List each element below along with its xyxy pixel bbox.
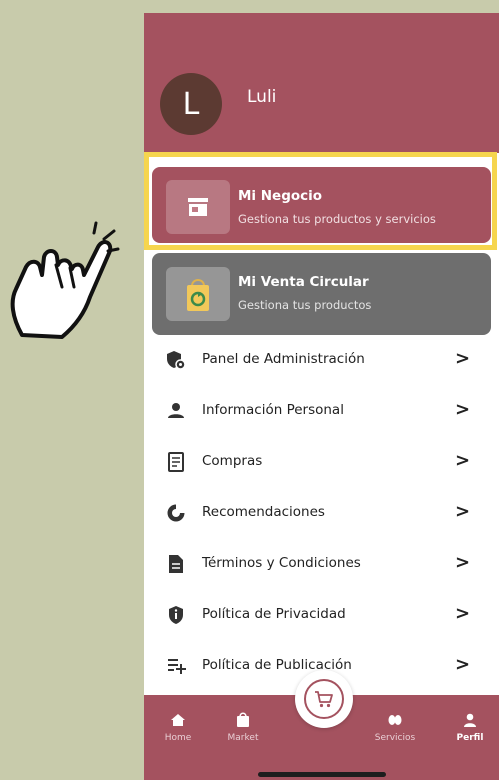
avatar-initial: L [182,86,200,122]
nav-label: Perfil [456,733,484,743]
menu-label: Recomendaciones [202,504,325,520]
phone-screen: L Luli Mi Negocio Gestiona tus productos… [144,13,499,780]
privacy-shield-icon [169,606,183,624]
person-icon [464,713,476,727]
publish-icon [168,659,186,674]
nav-home[interactable]: Home [148,712,208,743]
menu-item-informacion-personal[interactable]: Información Personal > [144,385,499,436]
chevron-right-icon: > [455,399,471,420]
admin-shield-icon [167,351,186,370]
menu-item-panel-administracion[interactable]: Panel de Administración > [144,334,499,385]
card-title: Mi Venta Circular [238,274,369,290]
document-icon [169,555,183,573]
profile-header: L Luli [144,13,499,153]
nav-label: Servicios [374,733,416,743]
menu-item-compras[interactable]: Compras > [144,436,499,487]
menu-label: Política de Privacidad [202,606,346,622]
menu-label: Compras [202,453,263,469]
shopping-bag-icon [237,712,249,727]
nav-servicios[interactable]: Servicios [365,712,425,743]
chevron-right-icon: > [455,654,471,675]
mi-venta-circular-card[interactable]: Mi Venta Circular Gestiona tus productos [152,253,491,335]
avatar[interactable]: L [160,73,222,135]
chevron-right-icon: > [455,450,471,471]
nav-market[interactable]: Market [213,712,273,743]
user-name: Luli [247,87,277,107]
menu-item-politica-privacidad[interactable]: Política de Privacidad > [144,589,499,640]
card-subtitle: Gestiona tus productos [238,298,372,312]
nav-perfil[interactable]: Perfil [440,712,499,743]
menu-item-recomendaciones[interactable]: Recomendaciones > [144,487,499,538]
chevron-right-icon: > [455,348,471,369]
nav-label: Home [164,733,192,743]
home-indicator[interactable] [258,772,386,777]
cart-button[interactable] [295,670,353,728]
pie-icon [167,504,185,522]
menu-label: Términos y Condiciones [202,555,361,571]
handshake-icon [388,715,402,725]
nav-label: Market [227,733,259,743]
chevron-right-icon: > [455,501,471,522]
recycle-bag-icon [166,267,230,321]
menu-item-terminos-condiciones[interactable]: Términos y Condiciones > [144,538,499,589]
pointing-hand-icon [10,221,120,339]
person-icon [168,403,184,418]
highlight-frame [144,152,497,250]
chevron-right-icon: > [455,552,471,573]
receipt-icon [168,452,184,472]
cart-icon [315,691,333,708]
chevron-right-icon: > [455,603,471,624]
home-icon [171,714,185,726]
menu-label: Panel de Administración [202,351,365,367]
menu-label: Información Personal [202,402,344,418]
